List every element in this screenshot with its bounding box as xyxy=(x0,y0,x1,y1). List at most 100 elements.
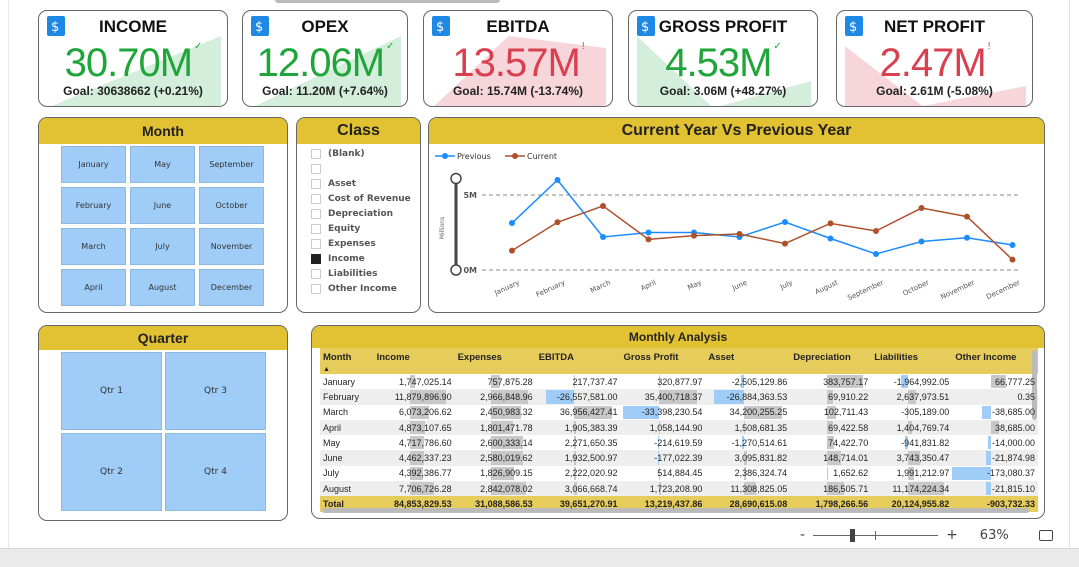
month-option-june[interactable]: June xyxy=(130,187,195,224)
table-cell: 3,743,350.47 xyxy=(871,450,953,466)
kpi-card-0[interactable]: $ INCOME 30.70M ✓ Goal: 30638662 (+0.21%) xyxy=(38,10,228,107)
table-cell: 1,826,909.15 xyxy=(480,466,533,481)
data-bar-negative xyxy=(985,451,991,465)
table-cell: -26,884,363.53 xyxy=(705,389,791,405)
checkbox[interactable] xyxy=(311,238,321,249)
table-title: Monthly Analysis xyxy=(312,326,1044,348)
table-cell: 383,757.17 xyxy=(823,375,869,389)
class-option[interactable]: Income xyxy=(297,251,420,266)
page-scroll-indicator[interactable] xyxy=(275,0,500,3)
table-cell: 4,873,107.65 xyxy=(373,419,455,436)
column-header[interactable]: Income xyxy=(373,348,455,374)
checkbox[interactable] xyxy=(311,178,321,189)
checkbox[interactable] xyxy=(311,208,321,219)
column-header[interactable]: Month ▲ xyxy=(320,348,374,374)
y-tick-label: 5M xyxy=(463,191,477,200)
table-cell: 7,706,726.28 xyxy=(373,481,455,497)
table-cell: July xyxy=(323,468,340,479)
class-option[interactable] xyxy=(297,161,420,176)
table-row: August 7,706,726.28 2,842,078.02 3,066,668.… xyxy=(320,481,1038,497)
quarter-option[interactable]: Qtr 1 xyxy=(61,352,162,430)
quarter-option[interactable]: Qtr 4 xyxy=(165,433,266,511)
x-tick-label: April xyxy=(639,279,657,293)
data-point-current xyxy=(918,205,925,212)
table-cell: 1,801,471.78 xyxy=(454,419,536,436)
zoom-out-button[interactable]: - xyxy=(800,527,805,543)
table-cell: 1,991,212.97 xyxy=(896,466,950,481)
zoom-in-button[interactable]: + xyxy=(946,527,958,543)
month-option-july[interactable]: July xyxy=(130,228,195,265)
class-option[interactable]: Asset xyxy=(297,176,420,191)
class-option[interactable]: (Blank) xyxy=(297,146,420,161)
table-cell: 2,271,650.35 xyxy=(564,436,618,450)
kpi-card-3[interactable]: $ GROSS PROFIT 4.53M ✓ Goal: 3.06M (+48.2… xyxy=(628,10,818,107)
checkbox[interactable] xyxy=(311,223,321,234)
kpi-title: INCOME xyxy=(99,17,167,36)
kpi-card-4[interactable]: $ NET PROFIT 2.47M! Goal: 2.61M (-5.08%) xyxy=(836,10,1033,107)
checkbox[interactable] xyxy=(311,193,321,204)
kpi-card-2[interactable]: $ EBITDA 13.57M! Goal: 15.74M (-13.74%) xyxy=(423,10,613,107)
data-point-current xyxy=(782,240,788,247)
kpi-value: 2.47M xyxy=(879,41,987,85)
month-option-april[interactable]: April xyxy=(61,269,126,306)
table-cell: 2,600,333.14 xyxy=(480,436,533,450)
kpi-title: GROSS PROFIT xyxy=(658,17,788,36)
quarter-option[interactable]: Qtr 3 xyxy=(165,352,266,430)
month-option-january[interactable]: January xyxy=(61,146,126,183)
range-handle-bottom xyxy=(450,264,462,276)
checkbox[interactable] xyxy=(311,163,321,174)
fit-to-page-icon[interactable] xyxy=(1038,529,1053,541)
class-option[interactable]: Expenses xyxy=(297,236,420,251)
checkbox[interactable] xyxy=(311,148,321,159)
table-cell: 66,777.25 xyxy=(952,374,1038,389)
month-option-february[interactable]: February xyxy=(61,187,126,224)
class-option[interactable]: Depreciation xyxy=(297,206,420,221)
legend-label-current: Current xyxy=(527,152,557,161)
checkbox[interactable] xyxy=(311,283,321,294)
table-cell: August xyxy=(320,481,374,497)
data-point-current xyxy=(827,220,834,227)
data-point-current xyxy=(554,219,561,226)
kpi-title: EBITDA xyxy=(486,17,550,36)
month-slicer-title: Month xyxy=(39,118,287,144)
class-option[interactable]: Equity xyxy=(297,221,420,236)
range-handle-top xyxy=(450,172,462,185)
legend-marker xyxy=(442,153,448,159)
table-cell: April xyxy=(320,419,374,436)
data-point-previous xyxy=(782,219,788,225)
alert-icon: ! xyxy=(987,41,991,52)
zoom-slider[interactable] xyxy=(813,528,939,542)
month-option-march[interactable]: March xyxy=(61,228,126,265)
month-option-december[interactable]: December xyxy=(199,269,264,306)
column-header[interactable]: EBITDA xyxy=(535,348,621,374)
x-tick-label: September xyxy=(846,279,885,303)
month-option-august[interactable]: August xyxy=(130,269,195,306)
month-option-october[interactable]: October xyxy=(199,187,264,224)
table-cell: 217,737.47 xyxy=(572,375,618,389)
data-point-current xyxy=(1009,256,1016,263)
column-header[interactable]: Depreciation xyxy=(790,348,872,374)
column-header[interactable]: Liabilities xyxy=(871,348,953,374)
class-option[interactable]: Cost of Revenue xyxy=(297,191,420,206)
kpi-card-1[interactable]: $ OPEX 12.06M ✓ Goal: 11.20M (+7.64%) xyxy=(242,10,408,107)
month-option-september[interactable]: September xyxy=(199,146,264,183)
month-option-november[interactable]: November xyxy=(199,228,264,265)
kpi-value: 30.70M xyxy=(64,41,193,85)
column-header[interactable]: Asset xyxy=(705,348,791,374)
month-option-may[interactable]: May xyxy=(130,146,195,183)
data-point-previous xyxy=(1009,241,1016,248)
table-cell: 1,652.62 xyxy=(826,466,869,481)
class-option[interactable]: Other Income xyxy=(297,281,420,296)
class-option[interactable]: Liabilities xyxy=(297,266,420,281)
column-header[interactable]: Other Income xyxy=(952,348,1038,374)
table-cell: 1,747,025.14 xyxy=(399,375,452,389)
legend-marker xyxy=(512,153,518,159)
column-header[interactable]: Expenses xyxy=(454,348,536,374)
quarter-option[interactable]: Qtr 2 xyxy=(61,433,162,511)
month-slicer: Month January May September February June Oct… xyxy=(38,117,288,313)
column-header[interactable]: Gross Profit xyxy=(620,348,706,374)
checkbox[interactable] xyxy=(311,268,321,279)
checkbox[interactable] xyxy=(311,253,321,264)
table-cell: June xyxy=(320,450,374,466)
data-bar-negative xyxy=(982,405,991,419)
